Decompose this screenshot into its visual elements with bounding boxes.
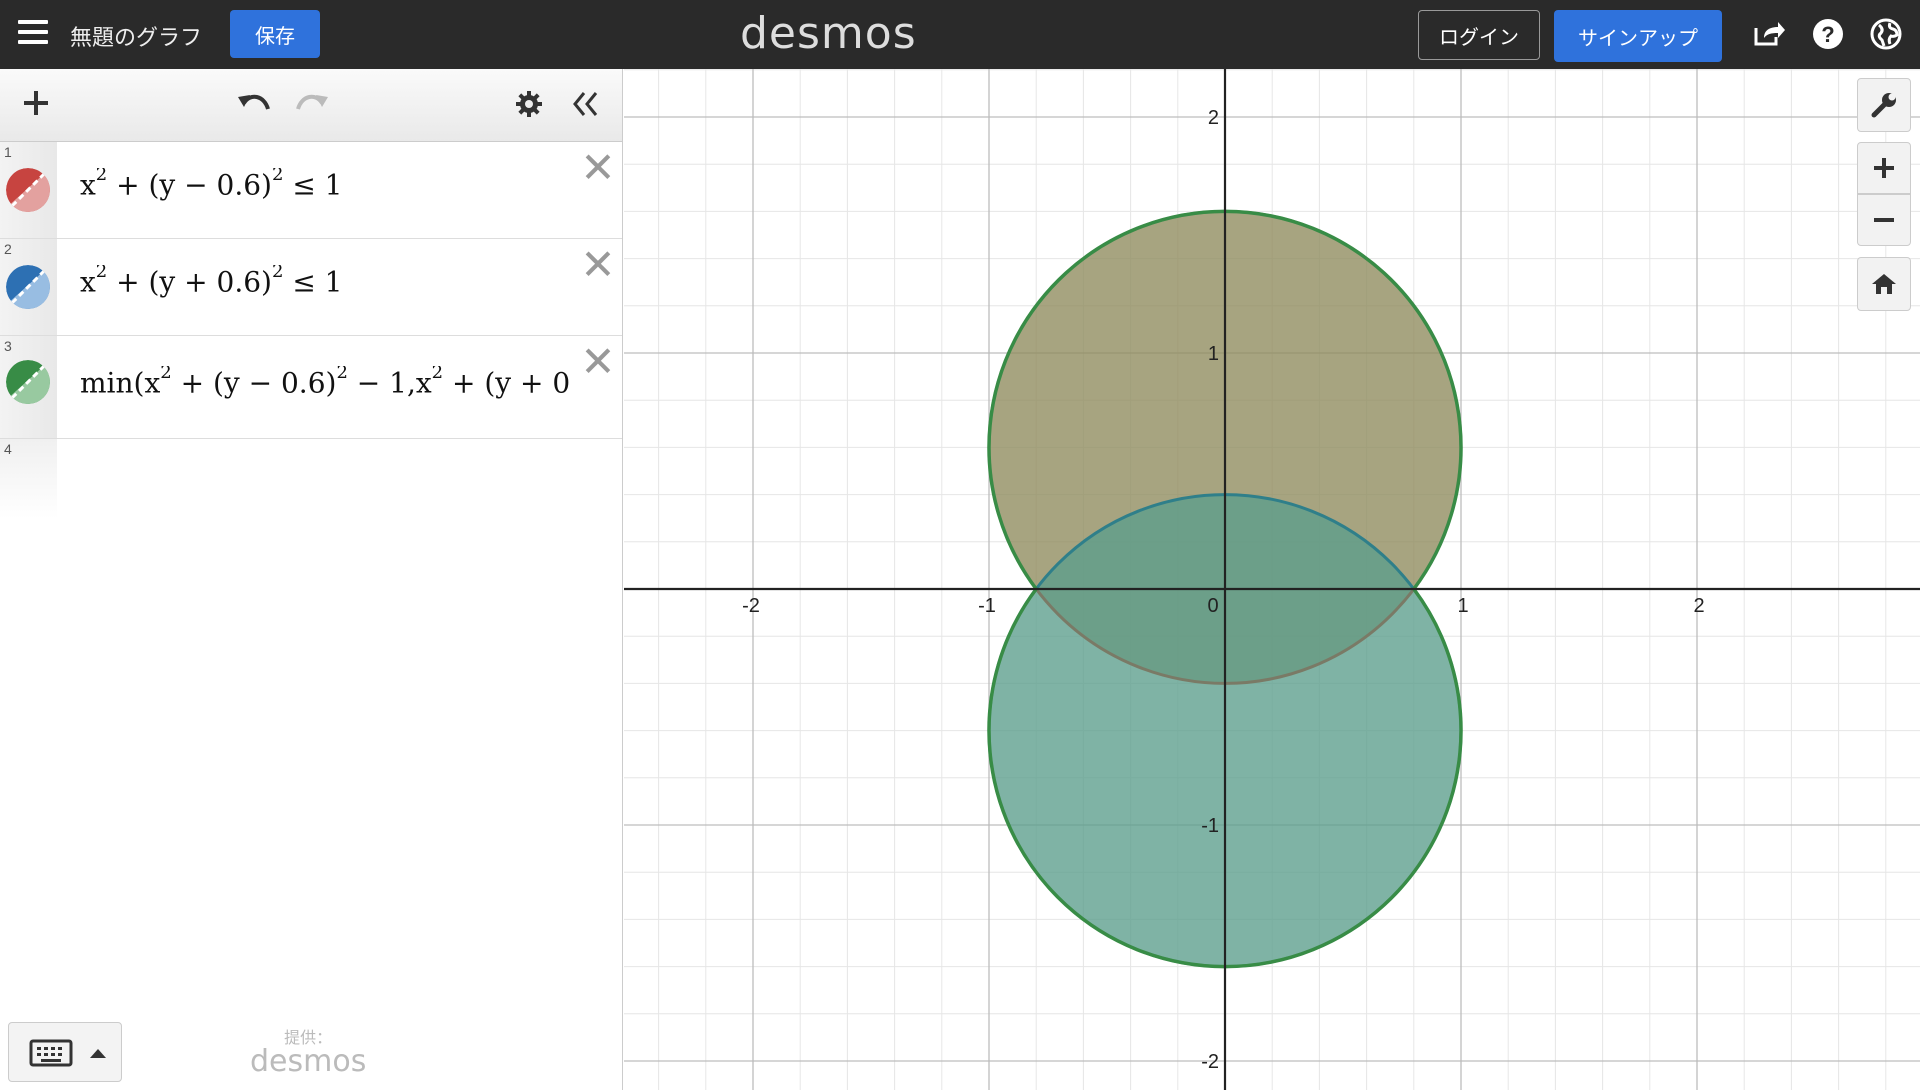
zoom-out-minus-icon bbox=[1874, 218, 1894, 222]
help-icon[interactable]: ? bbox=[1810, 16, 1846, 52]
powered-by-logo: desmos bbox=[250, 1044, 367, 1079]
expression-index: 1 bbox=[4, 144, 12, 160]
wrench-icon bbox=[1871, 93, 1896, 118]
save-button[interactable]: 保存 bbox=[230, 10, 320, 58]
default-view-button[interactable] bbox=[1857, 257, 1911, 311]
keyboard-icon bbox=[29, 1039, 73, 1067]
powered-by: 提供： desmos bbox=[250, 1024, 366, 1079]
delete-expression-icon[interactable]: ✕ bbox=[578, 147, 618, 189]
top-bar: 無題のグラフ 保存 desmos ログイン サインアップ ? bbox=[0, 0, 1920, 69]
expression-row[interactable]: 3 min(x2 + (y − 0.6)2 − 1,x2 + (y + 0.6 … bbox=[0, 336, 622, 439]
color-toggle-icon[interactable] bbox=[6, 360, 50, 404]
expression-index: 2 bbox=[4, 241, 12, 257]
y-tick-label: -2 bbox=[1201, 1051, 1219, 1073]
language-globe-icon[interactable] bbox=[1868, 16, 1904, 52]
x-tick-label: 2 bbox=[1693, 595, 1704, 617]
y-tick-label: 1 bbox=[1208, 343, 1219, 365]
hamburger-menu-icon[interactable] bbox=[18, 20, 48, 48]
undo-icon[interactable] bbox=[236, 89, 272, 117]
zoom-out-button[interactable] bbox=[1857, 194, 1911, 246]
expression-formula[interactable]: x2 + (y − 0.6)2 ≤ 1 bbox=[80, 168, 570, 201]
y-tick-label: -1 bbox=[1201, 815, 1219, 837]
expression-formula[interactable]: x2 + (y + 0.6)2 ≤ 1 bbox=[80, 265, 570, 298]
graph-title[interactable]: 無題のグラフ bbox=[70, 20, 202, 52]
empty-expression-row[interactable]: 4 bbox=[0, 439, 622, 519]
color-toggle-icon[interactable] bbox=[6, 265, 50, 309]
login-button[interactable]: ログイン bbox=[1418, 10, 1540, 60]
graph-canvas[interactable]: -2 -1 0 1 2 2 1 -1 -2 bbox=[624, 69, 1920, 1090]
expression-row[interactable]: 1 x2 + (y − 0.6)2 ≤ 1 ✕ bbox=[0, 142, 622, 239]
keypad-toggle-button[interactable] bbox=[8, 1022, 122, 1082]
home-icon bbox=[1872, 274, 1896, 294]
x-tick-label: -1 bbox=[978, 595, 996, 617]
delete-expression-icon[interactable]: ✕ bbox=[578, 341, 618, 383]
add-item-plus-icon[interactable] bbox=[20, 87, 52, 119]
expression-row[interactable]: 2 x2 + (y + 0.6)2 ≤ 1 ✕ bbox=[0, 239, 622, 336]
x-tick-label: 0 bbox=[1207, 595, 1218, 617]
graph-settings-wrench-button[interactable] bbox=[1857, 78, 1911, 132]
zoom-in-plus-icon bbox=[1874, 158, 1894, 178]
expression-formula[interactable]: min(x2 + (y − 0.6)2 − 1,x2 + (y + 0.6 bbox=[80, 366, 570, 399]
expression-toolbar bbox=[0, 69, 622, 142]
share-icon[interactable] bbox=[1750, 16, 1786, 52]
redo-icon[interactable] bbox=[294, 89, 330, 117]
expression-index: 4 bbox=[4, 441, 12, 457]
color-toggle-icon[interactable] bbox=[6, 168, 50, 212]
desmos-logo: desmos bbox=[740, 8, 917, 59]
y-tick-label: 2 bbox=[1208, 107, 1219, 129]
expression-list-panel: 1 x2 + (y − 0.6)2 ≤ 1 ✕ 2 x2 + (y + 0.6)… bbox=[0, 69, 623, 1090]
expression-index: 3 bbox=[4, 338, 12, 354]
caret-up-icon bbox=[90, 1049, 106, 1058]
delete-expression-icon[interactable]: ✕ bbox=[578, 244, 618, 286]
x-tick-label: 1 bbox=[1457, 595, 1468, 617]
zoom-in-button[interactable] bbox=[1857, 142, 1911, 194]
settings-gear-icon[interactable] bbox=[514, 89, 544, 119]
signup-button[interactable]: サインアップ bbox=[1554, 10, 1722, 62]
collapse-panel-chevron-icon[interactable] bbox=[570, 89, 600, 119]
svg-text:?: ? bbox=[1821, 22, 1834, 47]
x-tick-label: -2 bbox=[742, 595, 760, 617]
